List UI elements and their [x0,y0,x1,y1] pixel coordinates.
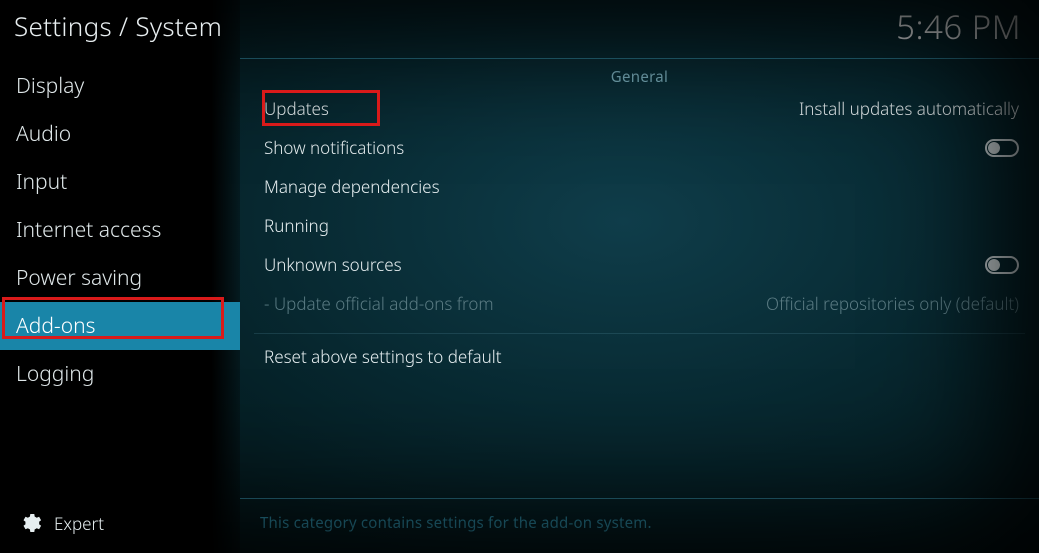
sidebar-item-label: Add-ons [16,312,95,340]
sidebar-item-label: Internet access [16,216,161,244]
setting-show-notifications[interactable]: Show notifications [254,128,1025,167]
gear-icon [18,511,42,535]
setting-label: Updates [260,97,329,120]
settings-level-label: Expert [54,512,104,535]
setting-running[interactable]: Running [254,206,1025,245]
sidebar-item-label: Input [16,168,67,196]
sidebar-item-display[interactable]: Display [0,62,240,110]
settings-content: General Updates Install updates automati… [240,58,1039,553]
breadcrumb: Settings / System [0,0,240,62]
sidebar-item-label: Power saving [16,264,142,292]
clock: 5:46 PM [896,4,1021,49]
setting-updates[interactable]: Updates Install updates automatically [254,89,1025,128]
sidebar-item-label: Audio [16,120,71,148]
sidebar-item-audio[interactable]: Audio [0,110,240,158]
setting-update-official-addons-from: - Update official add-ons from Official … [254,284,1025,323]
setting-label: Show notifications [260,136,404,159]
setting-manage-dependencies[interactable]: Manage dependencies [254,167,1025,206]
toggle-off-icon[interactable] [985,139,1019,157]
help-text: This category contains settings for the … [240,498,1039,553]
main-panel: 5:46 PM General Updates Install updates … [240,0,1039,553]
settings-level-button[interactable]: Expert [0,499,240,553]
toggle-off-icon[interactable] [985,256,1019,274]
sidebar-item-logging[interactable]: Logging [0,350,240,398]
setting-value: Install updates automatically [799,97,1019,120]
sidebar-item-input[interactable]: Input [0,158,240,206]
setting-unknown-sources[interactable]: Unknown sources [254,245,1025,284]
setting-label: Reset above settings to default [260,345,502,368]
sidebar-item-add-ons[interactable]: Add-ons [0,302,240,350]
setting-label: - Update official add-ons from [260,292,494,315]
sidebar-item-label: Logging [16,360,94,388]
setting-value: Official repositories only (default) [766,292,1019,315]
setting-reset-defaults[interactable]: Reset above settings to default [254,333,1025,372]
setting-label: Manage dependencies [260,175,440,198]
setting-label: Unknown sources [260,253,402,276]
section-title: General [240,59,1039,89]
settings-rows: Updates Install updates automatically Sh… [240,89,1039,372]
sidebar-item-internet-access[interactable]: Internet access [0,206,240,254]
sidebar-item-label: Display [16,72,84,100]
setting-label: Running [260,214,329,237]
sidebar: Settings / System Display Audio Input In… [0,0,240,553]
sidebar-item-power-saving[interactable]: Power saving [0,254,240,302]
sidebar-items: Display Audio Input Internet access Powe… [0,62,240,499]
